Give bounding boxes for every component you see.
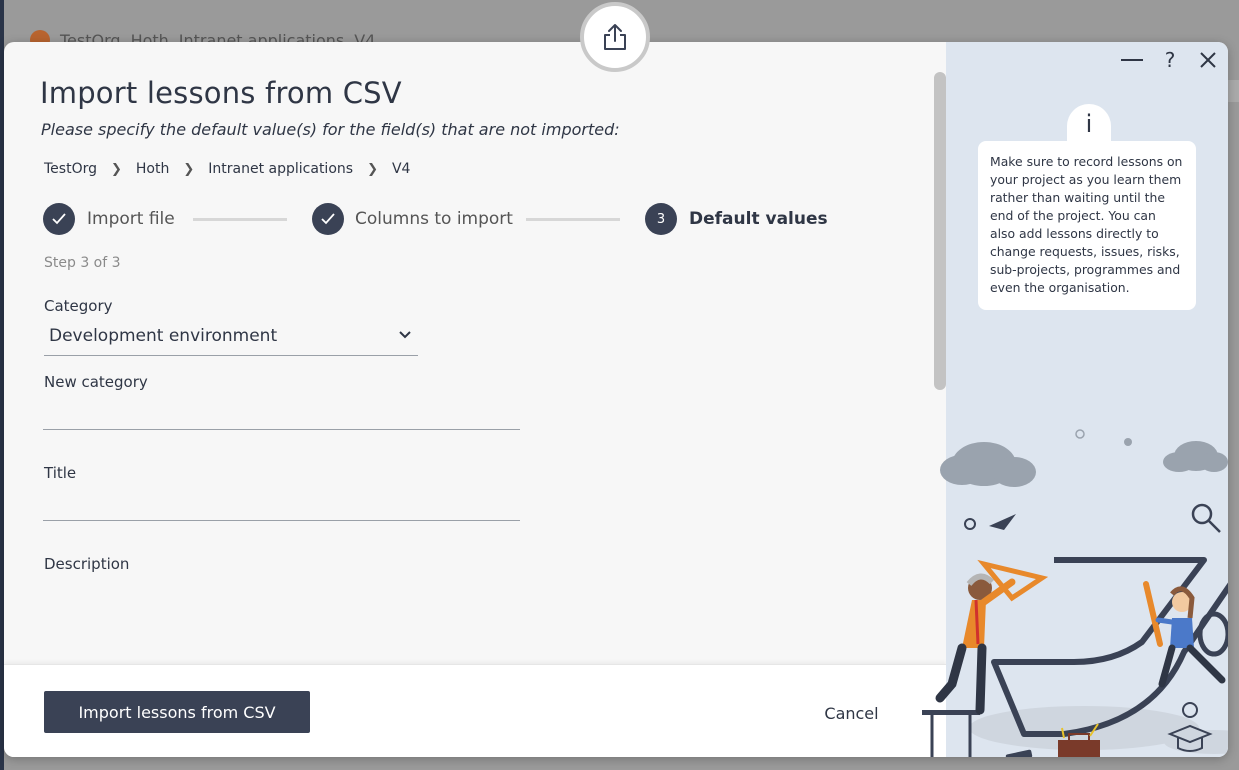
new-category-input[interactable] <box>43 396 520 430</box>
step-2-done-check-icon <box>312 203 344 235</box>
chevron-right-icon: ❯ <box>183 161 195 177</box>
chevron-down-icon <box>399 331 411 339</box>
description-label: Description <box>44 555 130 573</box>
title-label: Title <box>44 464 77 482</box>
step-3-number: 3 <box>645 203 677 235</box>
share-export-icon <box>604 24 626 50</box>
dialog-subtitle: Please specify the default value(s) for … <box>41 120 620 139</box>
title-input[interactable] <box>43 487 520 521</box>
category-selected-value: Development environment <box>49 326 278 346</box>
import-lessons-button[interactable]: Import lessons from CSV <box>44 691 310 733</box>
export-button[interactable] <box>580 2 650 72</box>
breadcrumb-item-org[interactable]: TestOrg <box>44 161 97 177</box>
chevron-right-icon: ❯ <box>111 161 122 177</box>
minimize-icon[interactable] <box>1118 46 1146 74</box>
toolbox-icon <box>1058 740 1100 757</box>
category-label: Category <box>44 297 113 315</box>
help-icon[interactable]: ? <box>1156 46 1184 74</box>
chevron-right-icon: ❯ <box>367 161 378 177</box>
magnifier-icon <box>1191 503 1213 525</box>
breadcrumb-item-intranet[interactable]: Intranet applications <box>208 161 353 177</box>
step-count: Step 3 of 3 <box>44 255 121 271</box>
background-edge <box>1227 80 1239 102</box>
step-connector <box>526 218 620 221</box>
step-connector <box>193 218 287 221</box>
help-tip-text: Make sure to record lessons on your proj… <box>978 141 1196 310</box>
step-1-label: Import file <box>87 209 175 229</box>
breadcrumb-item-hoth[interactable]: Hoth <box>136 161 169 177</box>
breadcrumb-item-v4[interactable]: V4 <box>392 161 410 177</box>
step-3-label: Default values <box>689 209 828 229</box>
import-dialog: Import lessons from CSV Please specify t… <box>4 42 1228 757</box>
dialog-title: Import lessons from CSV <box>40 76 402 110</box>
cloud-icon <box>1163 441 1228 472</box>
cloud-icon <box>940 442 1036 487</box>
teamwork-illustration <box>922 429 1228 757</box>
paper-plane-icon <box>989 514 1016 530</box>
close-icon[interactable] <box>1194 46 1222 74</box>
category-select[interactable]: Development environment <box>44 320 418 356</box>
step-2-label: Columns to import <box>355 209 513 229</box>
cancel-button[interactable]: Cancel <box>804 698 899 728</box>
step-1-done-check-icon <box>43 203 75 235</box>
scrollbar[interactable] <box>934 72 946 390</box>
new-category-label: New category <box>44 373 148 391</box>
breadcrumb: TestOrg ❯ Hoth ❯ Intranet applications ❯… <box>44 161 410 177</box>
info-icon: i <box>1067 104 1111 144</box>
